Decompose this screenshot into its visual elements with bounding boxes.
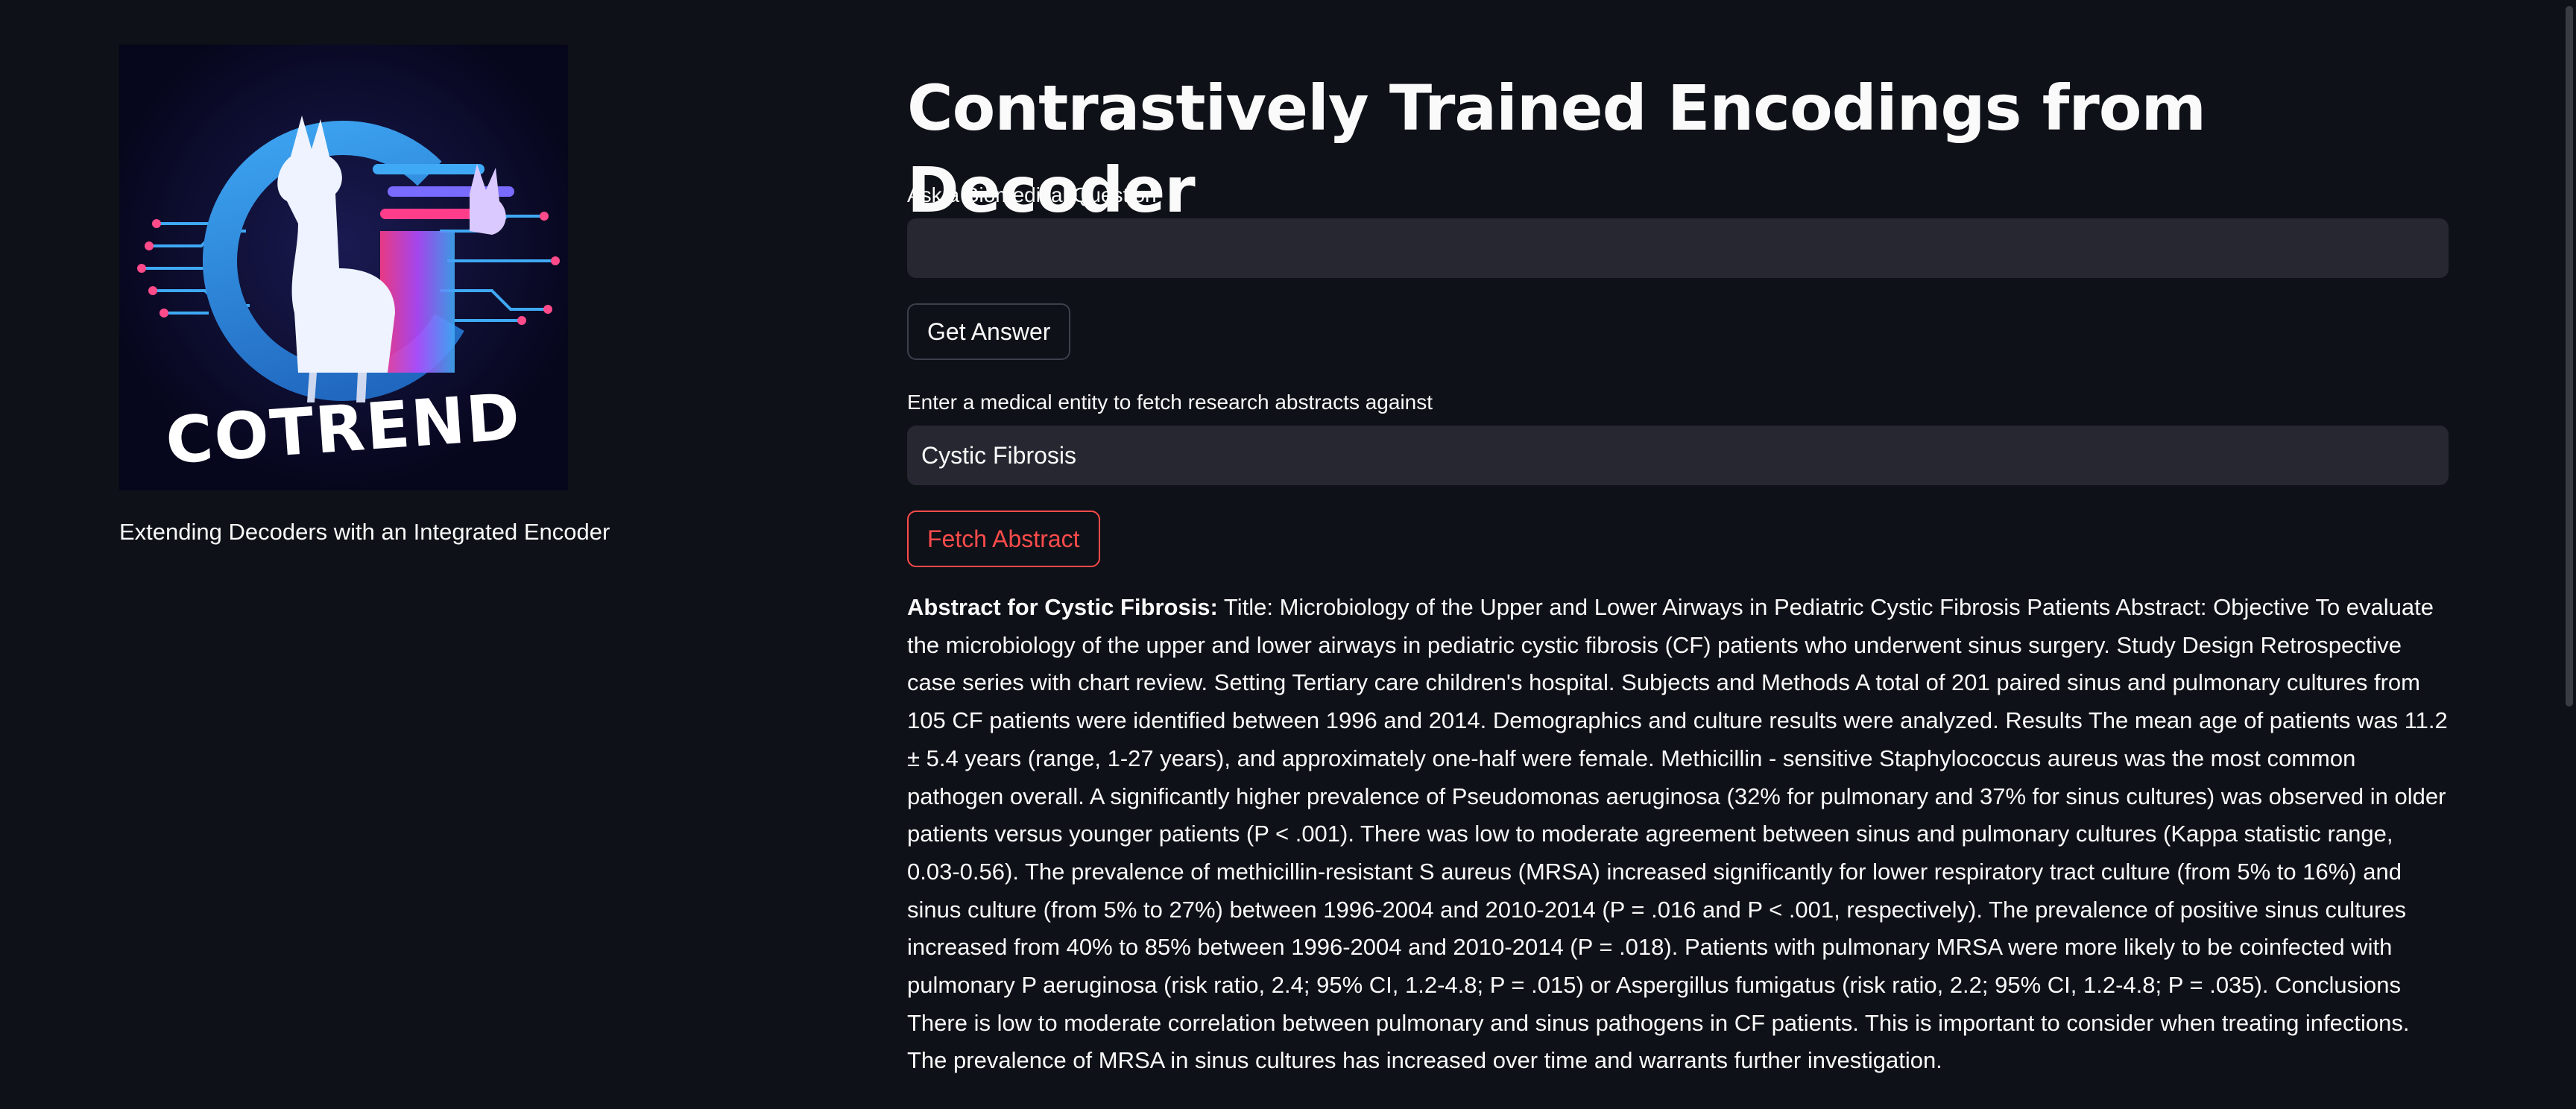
entity-label: Enter a medical entity to fetch research… [907, 391, 1433, 414]
scrollbar-thumb[interactable] [2566, 6, 2573, 707]
abstract-body: Title: Microbiology of the Upper and Low… [907, 594, 2448, 1074]
app-root: COTREND Extending Decoders with an Integ… [0, 0, 2576, 1109]
fetch-abstract-button[interactable]: Fetch Abstract [907, 511, 1100, 567]
logo-artwork: COTREND [119, 45, 568, 490]
abstract-text: Abstract for Cystic Fibrosis: Title: Mic… [907, 589, 2449, 1080]
page-scrollbar[interactable] [2563, 0, 2576, 1109]
cotrend-logo: COTREND [119, 45, 568, 490]
question-label: Ask a Biomedical Question [907, 183, 1157, 206]
entity-input[interactable] [907, 426, 2449, 485]
abstract-heading: Abstract for Cystic Fibrosis: [907, 594, 1218, 620]
logo-caption: Extending Decoders with an Integrated En… [119, 519, 610, 545]
get-answer-button[interactable]: Get Answer [907, 303, 1071, 360]
main-content: Contrastively Trained Encodings from Dec… [907, 67, 2449, 1073]
question-input[interactable] [907, 218, 2449, 278]
sidebar-column: COTREND Extending Decoders with an Integ… [119, 45, 716, 547]
